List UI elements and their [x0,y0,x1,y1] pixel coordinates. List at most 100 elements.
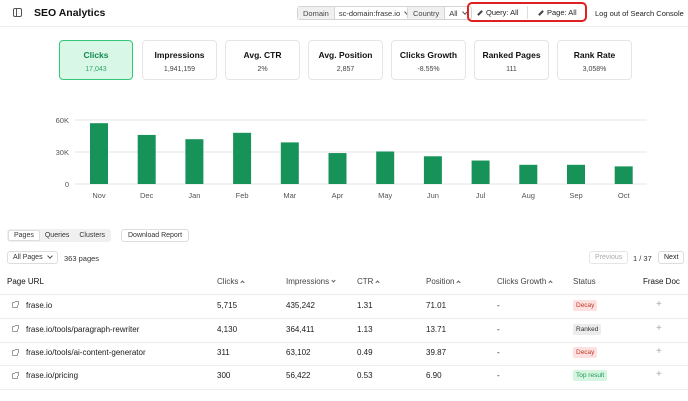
metric-card-rank-rate[interactable]: Rank Rate 3,058% [557,40,632,80]
clicks-bar-chart: 0 30K 60K Nov Dec Jan Feb Mar Apr May Jun Jul Aug Sep… [56,116,647,200]
header-label: Impressions [286,277,330,286]
sort-up-icon [456,280,462,285]
metric-card-clicks-growth[interactable]: Clicks Growth -8.55% [391,40,466,80]
page-count: 363 pages [64,254,100,263]
row-clicks: 300 [217,371,231,380]
header-label: Status [573,277,596,286]
x-tick-label: Feb [236,191,249,200]
x-tick-label: May [378,191,392,200]
page-filter-label: Page: All [547,8,577,17]
chart-bar-sep[interactable] [567,164,585,184]
column-header-impressions[interactable]: Impressions [286,277,336,286]
sort-up-icon [375,280,381,285]
external-link-icon[interactable] [12,372,19,379]
query-filter-button[interactable]: Query: All [477,6,519,19]
domain-label: Domain [298,7,335,19]
column-header-page-url[interactable]: Page URL [7,277,44,286]
metric-value: -8.55% [417,66,440,73]
row-divider [0,389,688,390]
row-ctr: 1.31 [357,301,373,310]
row-divider [0,318,688,319]
row-divider [0,365,688,366]
x-tick-label: Jun [427,191,439,200]
column-header-ctr[interactable]: CTR [357,277,381,286]
previous-button[interactable]: Previous [589,251,629,264]
metric-card-ranked-pages[interactable]: Ranked Pages 111 [474,40,549,80]
column-header-status: Status [573,277,596,286]
column-header-clicks-growth[interactable]: Clicks Growth [497,277,553,286]
chart-bar-nov[interactable] [90,123,108,184]
row-url-link[interactable]: frase.io/pricing [26,371,78,380]
metric-title: Impressions [154,50,205,60]
chart-bar-aug[interactable] [519,164,538,184]
header-label: CTR [357,277,374,286]
logout-link[interactable]: Log out of Search Console [595,9,684,18]
pencil-icon [538,9,544,16]
row-url-link[interactable]: frase.io/tools/paragraph-rewriter [26,325,139,334]
chart-bar-feb[interactable] [233,132,252,184]
column-header-position[interactable]: Position [426,277,462,286]
row-url-link[interactable]: frase.io [26,301,52,310]
metric-title: Clicks Growth [399,50,458,60]
external-link-icon[interactable] [12,301,19,308]
metric-card-clicks[interactable]: Clicks 17,043 [59,40,133,80]
row-clicks-growth: - [497,348,500,357]
row-clicks: 311 [217,348,230,357]
add-doc-button[interactable]: + [656,369,662,380]
x-tick-label: Mar [283,191,296,200]
metric-value: 111 [506,66,517,73]
domain-select[interactable]: Domain sc-domain:frase.io [297,6,415,20]
metric-value: 17,043 [85,66,107,73]
x-tick-label: Sep [569,191,582,200]
x-tick-label: Dec [140,191,154,200]
tab-queries[interactable]: Queries [40,230,75,241]
column-header-clicks[interactable]: Clicks [217,277,245,286]
download-report-button[interactable]: Download Report [121,229,190,242]
metric-card-impressions[interactable]: Impressions 1,941,159 [142,40,217,80]
add-doc-button[interactable]: + [656,323,662,334]
x-tick-label: Oct [618,191,631,200]
chart-bar-jan[interactable] [185,139,204,184]
external-link-icon[interactable] [12,325,19,332]
chart-bar-jun[interactable] [423,156,442,184]
header-divider [0,26,688,27]
sidebar-toggle-icon[interactable] [13,8,22,17]
query-filter-label: Query: All [486,8,519,17]
x-tick-label: Apr [332,191,344,200]
header-label: Clicks [217,277,239,286]
all-pages-select[interactable]: All Pages [7,251,58,264]
add-doc-button[interactable]: + [656,299,662,310]
top-bar: SEO Analytics Domain sc-domain:frase.io … [0,0,688,26]
chart-bar-apr[interactable] [328,153,347,184]
metric-card-avg-ctr[interactable]: Avg. CTR 2% [225,40,300,80]
sort-up-icon [240,280,245,285]
chart-bar-mar[interactable] [280,142,299,184]
row-position: 6.90 [426,371,442,380]
metric-value: 1,941,159 [163,66,196,73]
chart-bar-jul[interactable] [471,160,490,184]
x-tick-label: Aug [522,191,535,200]
country-select[interactable]: Country All [407,6,472,20]
next-button[interactable]: Next [658,251,685,264]
external-link-icon[interactable] [12,349,19,356]
status-badge: Decay [573,347,598,358]
row-position: 13.71 [426,325,447,334]
app-title: SEO Analytics [34,7,106,19]
header-label: Frase Doc [643,277,680,286]
tab-pages[interactable]: Pages [8,230,40,241]
row-clicks-growth: - [497,301,500,310]
add-doc-button[interactable]: + [656,346,662,357]
tab-clusters[interactable]: Clusters [74,230,110,241]
page-filter-button[interactable]: Page: All [538,6,577,19]
metric-value: 2,857 [336,66,355,73]
metric-card-avg-position[interactable]: Avg. Position 2,857 [308,40,383,80]
sort-down-icon [331,278,336,283]
metric-value: 2% [257,66,268,73]
chart-bar-oct[interactable] [614,166,633,184]
country-label: Country [408,7,446,19]
header-label: Clicks Growth [497,277,547,286]
chart-bar-dec[interactable] [137,134,156,184]
row-url-link[interactable]: frase.io/tools/ai-content-generator [26,348,146,357]
chart-bar-may[interactable] [376,151,395,184]
row-ctr: 0.49 [357,348,373,357]
